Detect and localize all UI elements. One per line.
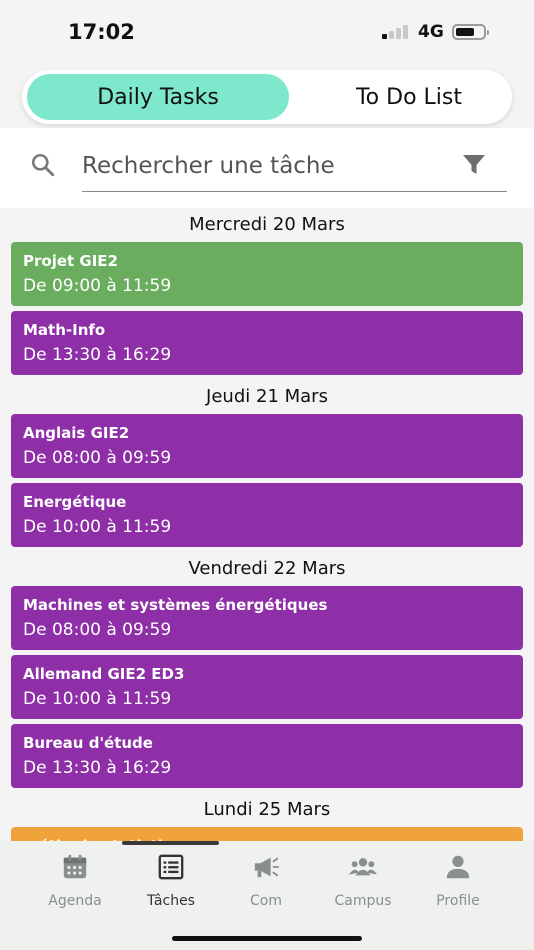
search-bar <box>0 128 534 208</box>
task-time: De 13:30 à 16:29 <box>23 758 172 778</box>
task-mode-switch: Daily Tasks To Do List <box>22 70 512 124</box>
task-title: Bureau d'étude <box>23 734 153 752</box>
task-title: Machines et systèmes énergétiques <box>23 596 328 614</box>
network-type: 4G <box>418 22 444 42</box>
person-icon <box>446 855 470 879</box>
nav-label: Profile <box>436 893 480 909</box>
task-card[interactable]: Math-Info De 13:30 à 16:29 <box>11 311 523 375</box>
task-time: De 08:00 à 09:59 <box>23 448 172 468</box>
task-title: Energétique <box>23 493 127 511</box>
active-tab-indicator <box>122 841 219 845</box>
home-indicator[interactable] <box>172 936 362 941</box>
list-icon <box>158 854 184 880</box>
task-time: De 10:00 à 11:59 <box>23 517 172 537</box>
filter-icon[interactable] <box>462 154 486 176</box>
task-time: De 10:00 à 11:59 <box>23 689 172 709</box>
people-icon <box>349 858 377 876</box>
task-card[interactable]: méthode statistique processus <box>11 827 523 841</box>
search-input[interactable] <box>82 146 432 186</box>
task-title: Anglais GIE2 <box>23 424 130 442</box>
signal-icon <box>382 25 410 39</box>
battery-icon <box>452 24 489 40</box>
nav-label: Com <box>250 893 282 909</box>
search-underline <box>82 191 507 192</box>
nav-label: Tâches <box>147 893 195 909</box>
nav-item-agenda[interactable]: Agenda <box>27 849 123 909</box>
day-header: Lundi 25 Mars <box>203 798 331 820</box>
task-time: De 13:30 à 16:29 <box>23 345 172 365</box>
task-list[interactable]: Mercredi 20 Mars Projet GIE2 De 09:00 à 11… <box>0 208 534 841</box>
task-time: De 08:00 à 09:59 <box>23 620 172 640</box>
task-card[interactable]: Allemand GIE2 ED3 De 10:00 à 11:59 <box>11 655 523 719</box>
nav-item-taches[interactable]: Tâches <box>123 849 219 909</box>
status-bar: 17:02 4G <box>0 0 534 62</box>
task-card[interactable]: Anglais GIE2 De 08:00 à 09:59 <box>11 414 523 478</box>
nav-item-com[interactable]: Com <box>218 849 314 909</box>
status-time: 17:02 <box>68 20 135 44</box>
task-title: Projet GIE2 <box>23 252 118 270</box>
task-title: Allemand GIE2 ED3 <box>23 665 185 683</box>
tab-daily-tasks[interactable]: Daily Tasks <box>27 74 289 120</box>
bottom-nav: Agenda Tâches Com Campus Profile <box>0 841 534 950</box>
nav-item-profile[interactable]: Profile <box>410 849 506 909</box>
task-time: De 09:00 à 11:59 <box>23 276 172 296</box>
tab-todo-list[interactable]: To Do List <box>290 74 528 120</box>
nav-item-campus[interactable]: Campus <box>315 849 411 909</box>
day-header: Mercredi 20 Mars <box>189 213 345 235</box>
task-card[interactable]: Machines et systèmes énergétiques De 08:0… <box>11 586 523 650</box>
task-card[interactable]: Projet GIE2 De 09:00 à 11:59 <box>11 242 523 306</box>
task-card[interactable]: Energétique De 10:00 à 11:59 <box>11 483 523 547</box>
task-title: Math-Info <box>23 321 106 339</box>
day-header: Vendredi 22 Mars <box>188 557 346 579</box>
search-icon <box>31 153 55 177</box>
day-header: Jeudi 21 Mars <box>206 385 328 407</box>
megaphone-icon <box>254 857 280 878</box>
nav-label: Campus <box>334 893 392 909</box>
task-card[interactable]: Bureau d'étude De 13:30 à 16:29 <box>11 724 523 788</box>
calendar-icon <box>63 854 87 879</box>
nav-label: Agenda <box>48 893 102 909</box>
